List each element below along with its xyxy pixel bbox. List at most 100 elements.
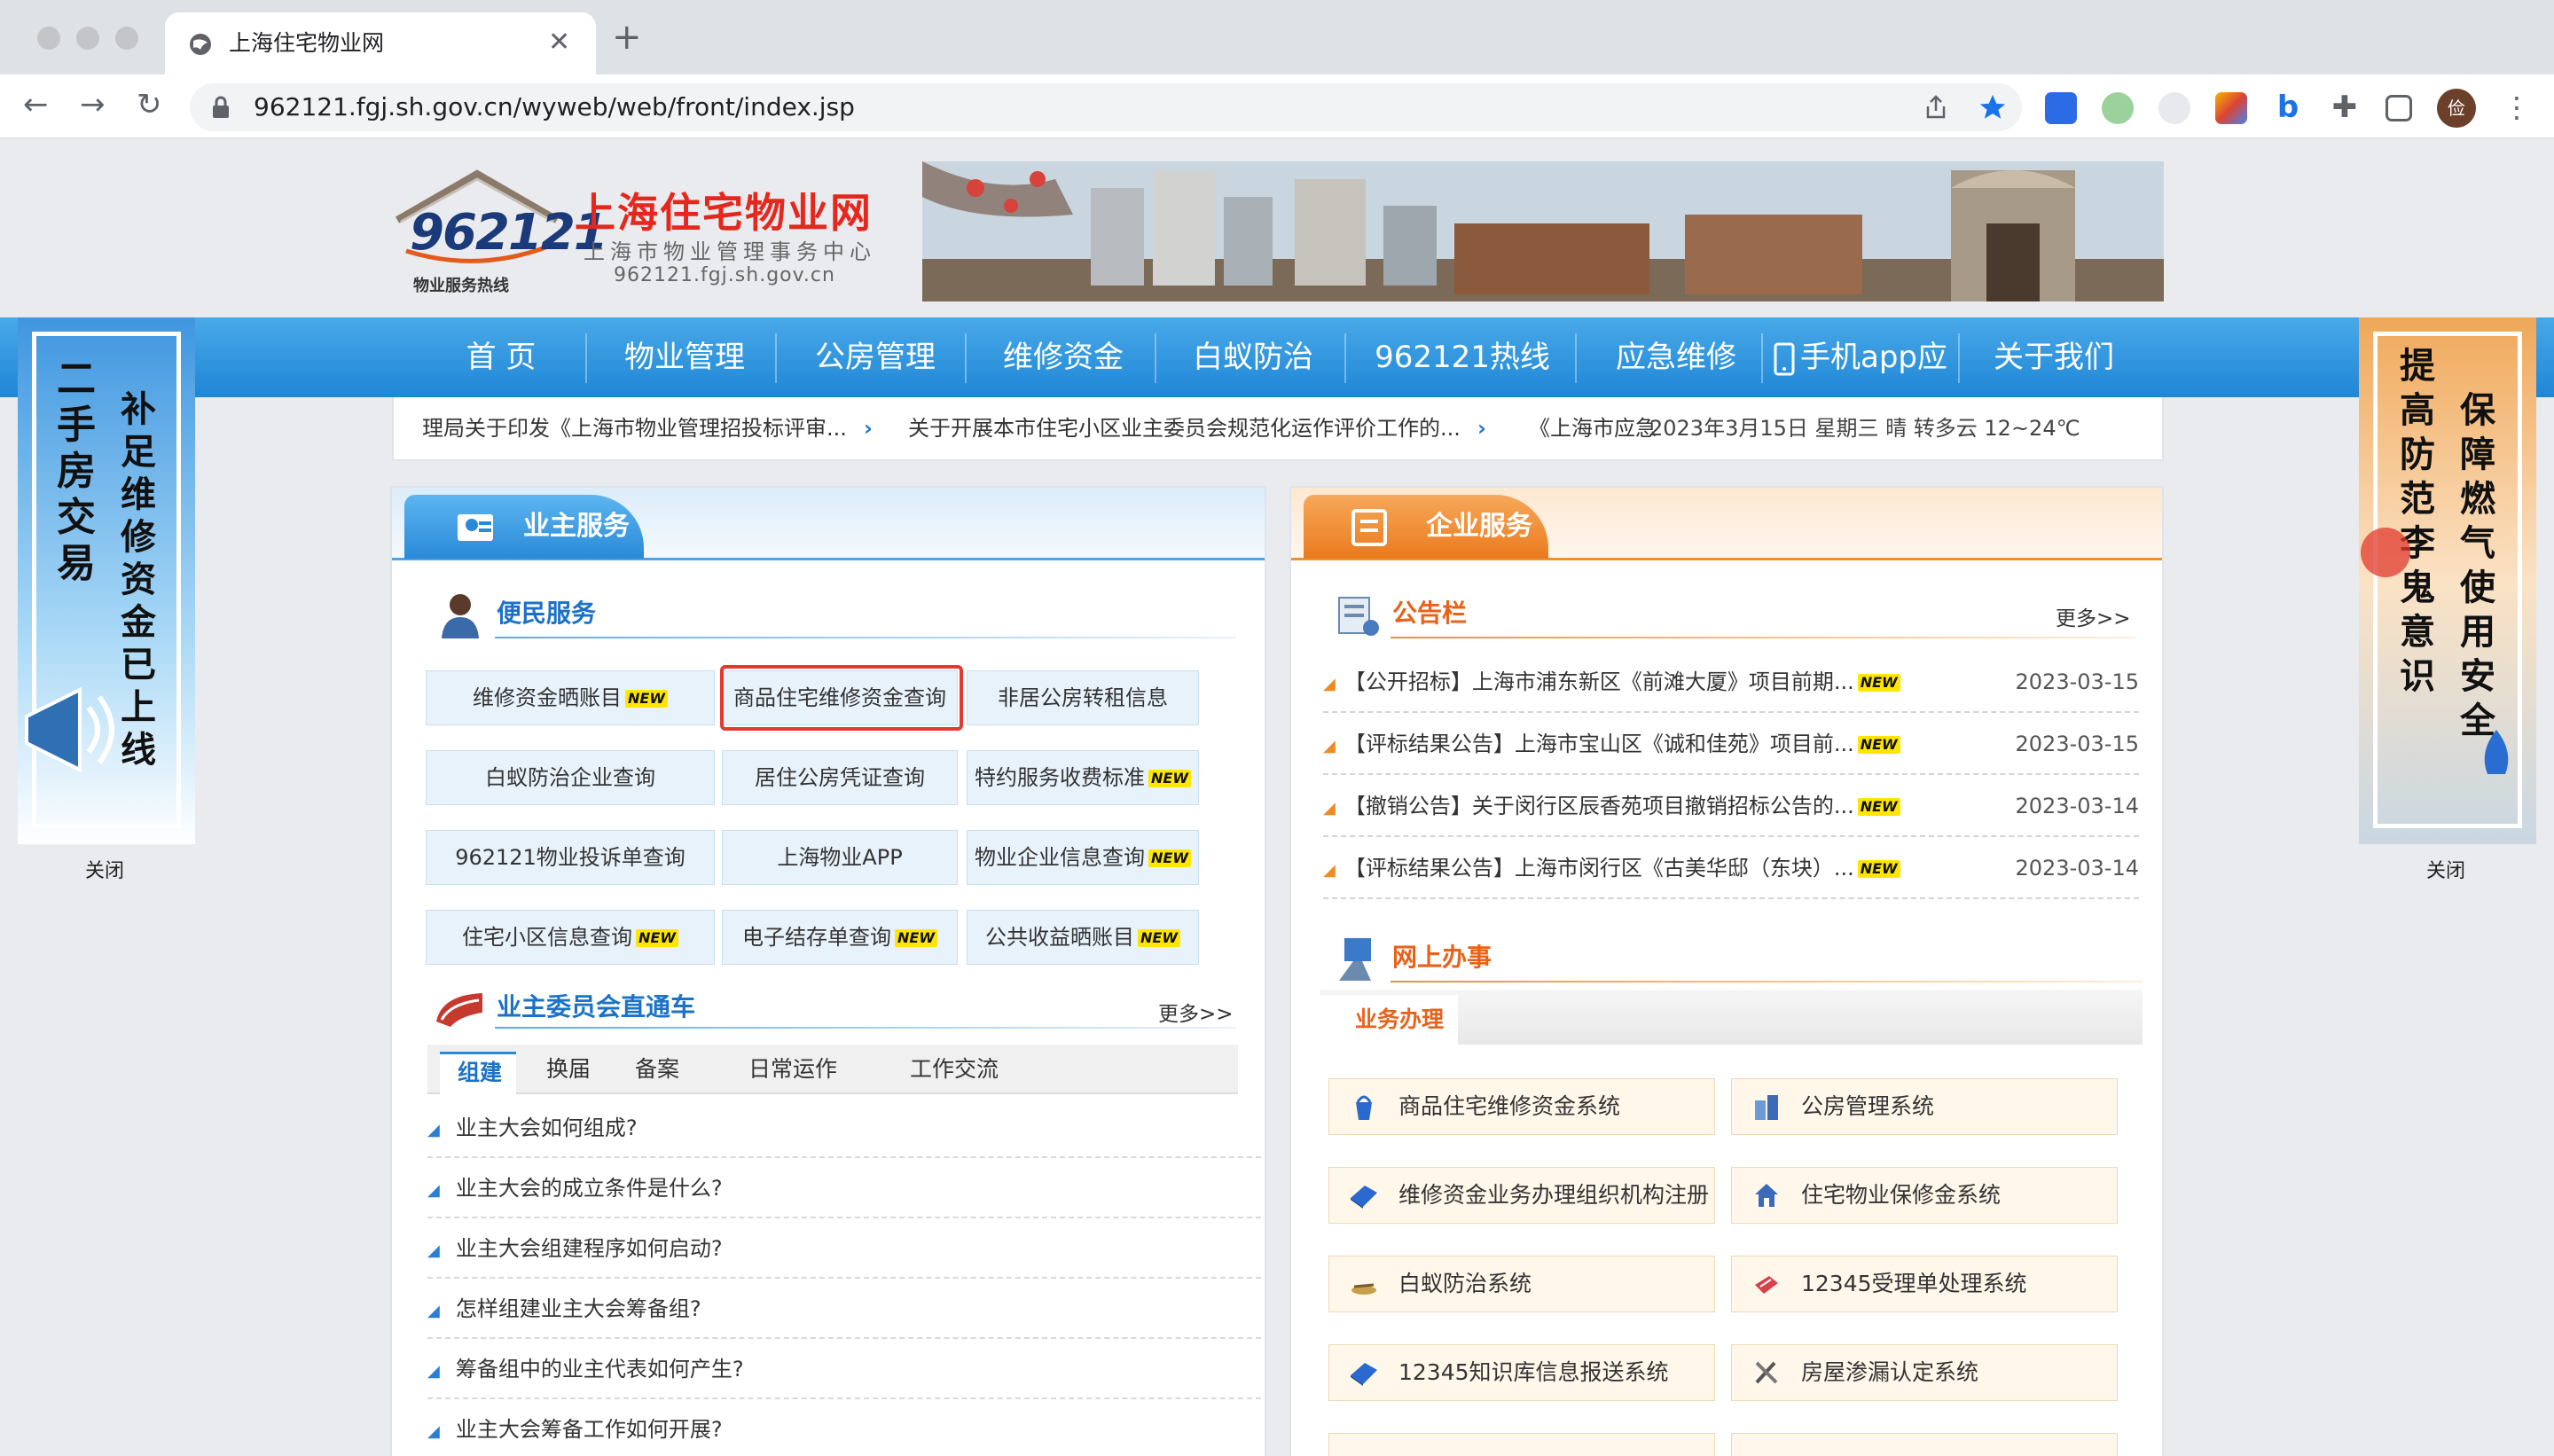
committee-more-link[interactable]: 更多>> <box>1158 997 1234 1027</box>
system-link-8[interactable]: 房屋渗漏认定系统 <box>1731 1344 2118 1401</box>
committee-tab-4[interactable]: 日常运作 <box>748 1052 837 1087</box>
forward-icon[interactable]: → <box>80 87 106 122</box>
nav-termite-control[interactable]: 白蚁防治 <box>1169 317 1337 397</box>
address-bar[interactable]: 962121.fgj.sh.gov.cn/wyweb/web/front/ind… <box>190 83 2022 131</box>
ticker-item-3[interactable]: 《上海市应急 <box>1529 413 1657 443</box>
share-icon[interactable] <box>1923 94 1949 121</box>
owner-service-tab[interactable]: 业主服务 <box>404 495 644 559</box>
notice-item[interactable]: ◢ 【评标结果公告】上海市闵行区《古美华邸（东块）... NEW 2023-03-14 <box>1323 837 2139 899</box>
notice-item[interactable]: ◢ 【撤销公告】关于闵行区辰香苑项目撤销招标公告的... NEW 2023-03-14 <box>1323 775 2139 837</box>
browser-tab-bar: 上海住宅物业网 ✕ + <box>0 0 2554 74</box>
committee-tab-3[interactable]: 备案 <box>635 1052 679 1087</box>
nav-maintenance-fund[interactable]: 维修资金 <box>979 317 1148 397</box>
faq-item[interactable]: ◢ 业主大会如何组成? <box>427 1098 1261 1158</box>
left-ad-text-1: 二手房交易 <box>57 356 96 586</box>
nav-property-management[interactable]: 物业管理 <box>603 317 766 397</box>
online-title: 网上办事 <box>1392 943 1492 972</box>
system-link-2[interactable]: 公房管理系统 <box>1731 1078 2118 1135</box>
svc-btn-4[interactable]: 白蚁防治企业查询 <box>426 750 715 805</box>
extension-share-icon[interactable] <box>2158 92 2190 124</box>
left-ad-close[interactable]: 关闭 <box>85 855 124 883</box>
committee-tab-2[interactable]: 换届 <box>546 1052 591 1087</box>
svc-btn-7[interactable]: 962121物业投诉单查询 <box>426 830 715 885</box>
faq-item[interactable]: ◢ 业主大会的成立条件是什么? <box>427 1158 1261 1218</box>
side-panel-icon[interactable] <box>2386 95 2412 121</box>
svc-btn-3[interactable]: 非居公房转租信息 <box>967 670 1199 725</box>
new-tab-icon[interactable]: + <box>612 20 642 55</box>
system-link-3[interactable]: 维修资金业务办理组织机构注册 <box>1328 1167 1715 1224</box>
svc-btn-9[interactable]: 物业企业信息查询 NEW <box>967 830 1199 885</box>
svc-btn-1[interactable]: 维修资金晒账目 NEW <box>426 670 715 725</box>
committee-tabs: 组建 换届 备案 日常运作 工作交流 <box>427 1045 1238 1096</box>
bucket-icon <box>1356 1095 1372 1120</box>
bookmark-star-icon[interactable] <box>1978 92 2008 122</box>
svc-btn-10[interactable]: 住宅小区信息查询 NEW <box>426 910 715 965</box>
new-badge: NEW <box>1857 736 1900 754</box>
extensions-puzzle-icon[interactable]: ✚ <box>2329 92 2361 124</box>
nav-emergency-repair[interactable]: 应急维修 <box>1596 317 1756 397</box>
notice-item[interactable]: ◢ 【评标结果公告】上海市宝山区《诚和佳苑》项目前... NEW 2023-03-15 <box>1323 713 2139 775</box>
committee-tab-1[interactable]: 组建 <box>458 1055 502 1091</box>
business-tab[interactable]: 业务办理 <box>1355 1002 1444 1037</box>
system-link-6[interactable]: 12345受理单处理系统 <box>1731 1256 2118 1312</box>
nav-hotline[interactable]: 962121热线 <box>1360 317 1564 397</box>
owner-service-panel: 业主服务 便民服务 维修资金晒账目 NEW 商品住宅维修资金查询 非居公房转租信息… <box>390 486 1266 1456</box>
nav-home[interactable]: 首 页 <box>443 317 559 397</box>
system-link-9[interactable] <box>1328 1433 1715 1456</box>
right-ad-text-2: 保障燃气使用安全 <box>2460 390 2495 741</box>
enterprise-service-title: 企业服务 <box>1426 511 1532 542</box>
svc-btn-8[interactable]: 上海物业APP <box>722 830 958 885</box>
profile-avatar[interactable]: 俭 <box>2437 89 2476 128</box>
ticker-arrow-icon: › <box>1477 416 1486 441</box>
header-banner-image <box>922 161 2164 301</box>
nav-public-housing[interactable]: 公房管理 <box>791 317 960 397</box>
extension-colorful-icon[interactable] <box>2215 92 2247 124</box>
committee-tab-5[interactable]: 工作交流 <box>910 1052 999 1087</box>
system-link-5[interactable]: 白蚁防治系统 <box>1328 1256 1715 1312</box>
svc-btn-12[interactable]: 公共收益晒账目 NEW <box>967 910 1199 965</box>
faq-item[interactable]: ◢ 业主大会组建程序如何启动? <box>427 1218 1261 1279</box>
menu-kebab-icon[interactable]: ⋮ <box>2501 92 2533 124</box>
back-icon[interactable]: ← <box>23 87 49 122</box>
window-close-dot[interactable] <box>37 27 60 50</box>
window-minimize-dot[interactable] <box>76 27 99 50</box>
ticker-item-1[interactable]: 理局关于印发《上海市物业管理招投标评审... <box>422 413 847 443</box>
extension-edit-icon[interactable] <box>2045 92 2077 124</box>
system-link-4[interactable]: 住宅物业保修金系统 <box>1731 1167 2118 1224</box>
nav-about-us[interactable]: 关于我们 <box>1974 317 2134 397</box>
svc-btn-6[interactable]: 特约服务收费标准 NEW <box>967 750 1199 805</box>
browser-tab[interactable]: 上海住宅物业网 ✕ <box>165 12 596 74</box>
lock-icon <box>213 96 229 118</box>
svc-btn-5[interactable]: 居住公房凭证查询 <box>722 750 958 805</box>
system-link-10[interactable] <box>1731 1433 2118 1456</box>
extension-circle-icon[interactable] <box>2102 92 2134 124</box>
gas-flame-icon <box>2484 730 2509 774</box>
new-badge: NEW <box>1138 929 1180 947</box>
left-side-ad[interactable]: 二手房交易 补足维修资金已上线 <box>18 317 195 844</box>
window-zoom-dot[interactable] <box>115 27 138 50</box>
right-ad-close[interactable]: 关闭 <box>2426 855 2465 883</box>
right-side-ad[interactable]: 提高防范李鬼意识 保障燃气使用安全 <box>2359 317 2536 844</box>
megaphone-icon <box>25 686 114 773</box>
faq-item[interactable]: ◢ 怎样组建业主大会筹备组? <box>427 1279 1261 1339</box>
enterprise-service-tab[interactable]: 企业服务 <box>1304 495 1548 559</box>
svc-btn-11[interactable]: 电子结存单查询 NEW <box>722 910 958 965</box>
site-logo[interactable]: 962121 物业服务热线 上海住宅物业网 上海市物业管理事务中心 962121… <box>388 167 903 295</box>
tab-close-icon[interactable]: ✕ <box>548 25 570 60</box>
ticker-item-2[interactable]: 关于开展本市住宅小区业主委员会规范化运作评价工作的... <box>908 413 1461 443</box>
system-link-7[interactable]: 12345知识库信息报送系统 <box>1328 1344 1715 1401</box>
faq-item[interactable]: ◢ 业主大会筹备工作如何开展? <box>427 1399 1261 1456</box>
bing-icon[interactable]: b <box>2272 92 2304 124</box>
house-icon <box>1755 1184 1778 1207</box>
reload-icon[interactable]: ↻ <box>137 87 162 122</box>
new-badge: NEW <box>1857 860 1900 878</box>
system-link-1[interactable]: 商品住宅维修资金系统 <box>1328 1078 1715 1135</box>
new-badge: NEW <box>1857 798 1900 816</box>
logo-title: 上海住宅物业网 <box>575 189 873 237</box>
notice-date: 2023-03-14 <box>2015 856 2139 881</box>
train-icon <box>436 993 482 1027</box>
notice-item[interactable]: ◢ 【公开招标】上海市浦东新区《前滩大厦》项目前期... NEW 2023-03-15 <box>1323 651 2139 713</box>
bulletin-more-link[interactable]: 更多>> <box>2056 601 2131 631</box>
nav-mobile-app[interactable]: 手机app应用 <box>1774 317 1960 455</box>
faq-item[interactable]: ◢ 筹备组中的业主代表如何产生? <box>427 1339 1261 1399</box>
